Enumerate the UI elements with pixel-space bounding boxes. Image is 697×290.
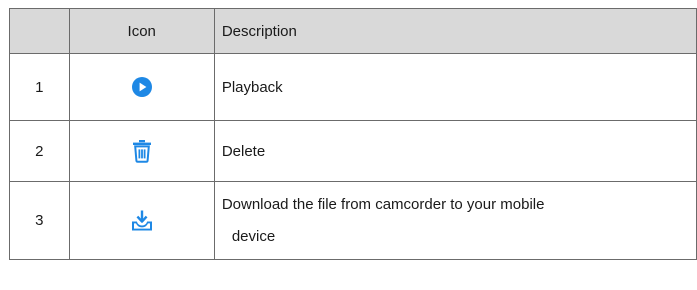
table-row: 1 Playback <box>9 53 697 121</box>
play-icon[interactable] <box>129 74 155 100</box>
row-number: 3 <box>9 181 70 260</box>
table-row: 2 Delete <box>9 120 697 182</box>
row-description: Playback <box>213 53 697 121</box>
row-number: 2 <box>9 120 70 182</box>
row-description: Delete <box>213 120 697 182</box>
icon-description-table: Icon Description 1 Playback 2 Delete 3 D… <box>9 8 697 260</box>
trash-icon[interactable] <box>129 138 155 164</box>
row-description-line-1: Download the file from camcorder to your… <box>221 195 545 213</box>
header-number-cell <box>9 8 70 54</box>
row-icon-cell <box>68 120 215 182</box>
download-tray-icon[interactable] <box>129 208 155 234</box>
table-row: 3 Download the file from camcorder to yo… <box>9 181 697 260</box>
table-header-row: Icon Description <box>9 8 697 54</box>
row-description-line-2: device <box>231 227 276 245</box>
row-number: 1 <box>9 53 70 121</box>
header-description-cell: Description <box>213 8 697 54</box>
header-icon-cell: Icon <box>68 8 215 54</box>
row-description: Download the file from camcorder to your… <box>213 181 697 260</box>
row-icon-cell <box>68 53 215 121</box>
row-icon-cell <box>68 181 215 260</box>
